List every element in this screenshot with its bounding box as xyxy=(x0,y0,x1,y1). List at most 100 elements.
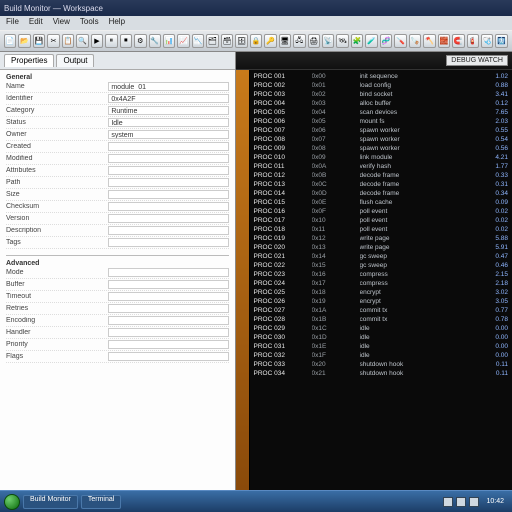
property-label: Name xyxy=(6,83,108,90)
toolbar-button-0[interactable]: 📄 xyxy=(4,34,16,48)
toolbar-button-32[interactable]: 🧯 xyxy=(467,34,479,48)
toolbar-button-29[interactable]: 🪓 xyxy=(423,34,435,48)
console-col-c3: spawn worker xyxy=(360,135,462,144)
toolbar-button-12[interactable]: 📈 xyxy=(177,34,189,48)
menu-help[interactable]: Help xyxy=(109,17,125,29)
toolbar-button-17[interactable]: 🔒 xyxy=(250,34,262,48)
console-col-c1: PROC 033 xyxy=(254,360,306,369)
property-value-input[interactable] xyxy=(108,352,228,361)
toolbar-button-2[interactable]: 💾 xyxy=(33,34,45,48)
toolbar-button-3[interactable]: ✂ xyxy=(47,34,59,48)
toolbar-button-7[interactable]: ⏸ xyxy=(105,34,117,48)
toolbar-button-1[interactable]: 📂 xyxy=(18,34,30,48)
toolbar-button-11[interactable]: 📊 xyxy=(163,34,175,48)
toolbar-button-13[interactable]: 📉 xyxy=(192,34,204,48)
property-value-input[interactable]: module_01 xyxy=(108,82,228,91)
tab-output[interactable]: Output xyxy=(56,54,94,67)
property-value-input[interactable] xyxy=(108,178,228,187)
toolbar-button-21[interactable]: 🖨 xyxy=(308,34,320,48)
toolbar-button-24[interactable]: 🧩 xyxy=(351,34,363,48)
taskbar-button[interactable]: Build Monitor xyxy=(23,495,78,509)
tab-properties[interactable]: Properties xyxy=(4,54,54,67)
toolbar-button-10[interactable]: 🔧 xyxy=(149,34,161,48)
toolbar-button-4[interactable]: 📋 xyxy=(62,34,74,48)
console-line: PROC 0310x1Eidle0.00 xyxy=(254,342,508,351)
toolbar-button-9[interactable]: ⚙ xyxy=(134,34,146,48)
toolbar-button-22[interactable]: 📡 xyxy=(322,34,334,48)
console-col-c3: scan devices xyxy=(360,108,462,117)
console-col-c4: 0.02 xyxy=(468,216,508,225)
system-tray[interactable]: 10:42 xyxy=(443,497,508,507)
property-value-input[interactable] xyxy=(108,202,228,211)
taskbar[interactable]: Build MonitorTerminal 10:42 xyxy=(0,490,512,512)
console-col-c3: shutdown hook xyxy=(360,360,462,369)
toolbar-button-6[interactable]: ▶ xyxy=(91,34,103,48)
toolbar-button-23[interactable]: 🛰 xyxy=(336,34,348,48)
toolbar-button-19[interactable]: 🖥 xyxy=(279,34,291,48)
console-col-c4: 0.47 xyxy=(468,252,508,261)
property-value-input[interactable] xyxy=(108,328,228,337)
property-value-input[interactable]: Idle xyxy=(108,118,228,127)
console-col-c3: idle xyxy=(360,342,462,351)
property-value-input[interactable] xyxy=(108,214,228,223)
toolbar-button-20[interactable]: 🖧 xyxy=(293,34,305,48)
toolbar-button-33[interactable]: 🩺 xyxy=(481,34,493,48)
console-line: PROC 0040x03alloc buffer0.12 xyxy=(254,99,508,108)
property-value-input[interactable] xyxy=(108,142,228,151)
console-col-c1: PROC 031 xyxy=(254,342,306,351)
console-col-c3: decode frame xyxy=(360,171,462,180)
console-output[interactable]: PROC 0010x00init sequence1.02PROC 0020x0… xyxy=(250,70,512,490)
toolbar-button-15[interactable]: 🗃 xyxy=(221,34,233,48)
toolbar-button-34[interactable]: 🩻 xyxy=(495,34,507,48)
property-value-input[interactable] xyxy=(108,316,228,325)
property-value-input[interactable] xyxy=(108,304,228,313)
property-value-input[interactable]: Runtime xyxy=(108,106,228,115)
console-col-c3: gc sweep xyxy=(360,252,462,261)
toolbar-button-27[interactable]: 🪛 xyxy=(394,34,406,48)
start-button[interactable] xyxy=(4,494,20,510)
console-col-c4: 7.65 xyxy=(468,108,508,117)
window-titlebar[interactable]: Build Monitor — Workspace xyxy=(0,0,512,16)
console-col-c2: 0x0C xyxy=(312,180,354,189)
toolbar-button-25[interactable]: 🧪 xyxy=(365,34,377,48)
tray-icon[interactable] xyxy=(469,497,479,507)
toolbar-button-18[interactable]: 🔑 xyxy=(264,34,276,48)
property-value-input[interactable]: system xyxy=(108,130,228,139)
menu-file[interactable]: File xyxy=(6,17,19,29)
console-col-c3: spawn worker xyxy=(360,144,462,153)
console-col-c2: 0x16 xyxy=(312,270,354,279)
toolbar-button-30[interactable]: 🧱 xyxy=(438,34,450,48)
property-value-input[interactable] xyxy=(108,238,228,247)
toolbar-button-28[interactable]: 🪚 xyxy=(409,34,421,48)
property-row: Ownersystem xyxy=(6,129,229,141)
menu-tools[interactable]: Tools xyxy=(80,17,99,29)
toolbar-button-8[interactable]: ⏹ xyxy=(120,34,132,48)
property-value-input[interactable] xyxy=(108,340,228,349)
toolbar-button-5[interactable]: 🔍 xyxy=(76,34,88,48)
tray-icon[interactable] xyxy=(456,497,466,507)
property-value-input[interactable] xyxy=(108,226,228,235)
toolbar-button-16[interactable]: 🗄 xyxy=(235,34,247,48)
console-line: PROC 0140x0Ddecode frame0.34 xyxy=(254,189,508,198)
property-value-input[interactable] xyxy=(108,166,228,175)
toolbar-button-14[interactable]: 🗂 xyxy=(206,34,218,48)
toolbar-button-31[interactable]: 🧲 xyxy=(452,34,464,48)
property-value-input[interactable] xyxy=(108,292,228,301)
menu-edit[interactable]: Edit xyxy=(29,17,43,29)
toolbar-button-26[interactable]: 🧬 xyxy=(380,34,392,48)
console-col-c4: 0.55 xyxy=(468,126,508,135)
property-value-input[interactable] xyxy=(108,190,228,199)
console-col-c3: write page xyxy=(360,234,462,243)
console-col-c2: 0x1A xyxy=(312,306,354,315)
console-col-c2: 0x13 xyxy=(312,243,354,252)
console-col-c4: 3.41 xyxy=(468,90,508,99)
console-col-c3: bind socket xyxy=(360,90,462,99)
tray-icon[interactable] xyxy=(443,497,453,507)
console-line: PROC 0280x1Bcommit tx0.78 xyxy=(254,315,508,324)
menu-view[interactable]: View xyxy=(53,17,70,29)
taskbar-button[interactable]: Terminal xyxy=(81,495,121,509)
property-value-input[interactable] xyxy=(108,268,228,277)
property-value-input[interactable] xyxy=(108,154,228,163)
property-value-input[interactable]: 0x4A2F xyxy=(108,94,228,103)
property-value-input[interactable] xyxy=(108,280,228,289)
